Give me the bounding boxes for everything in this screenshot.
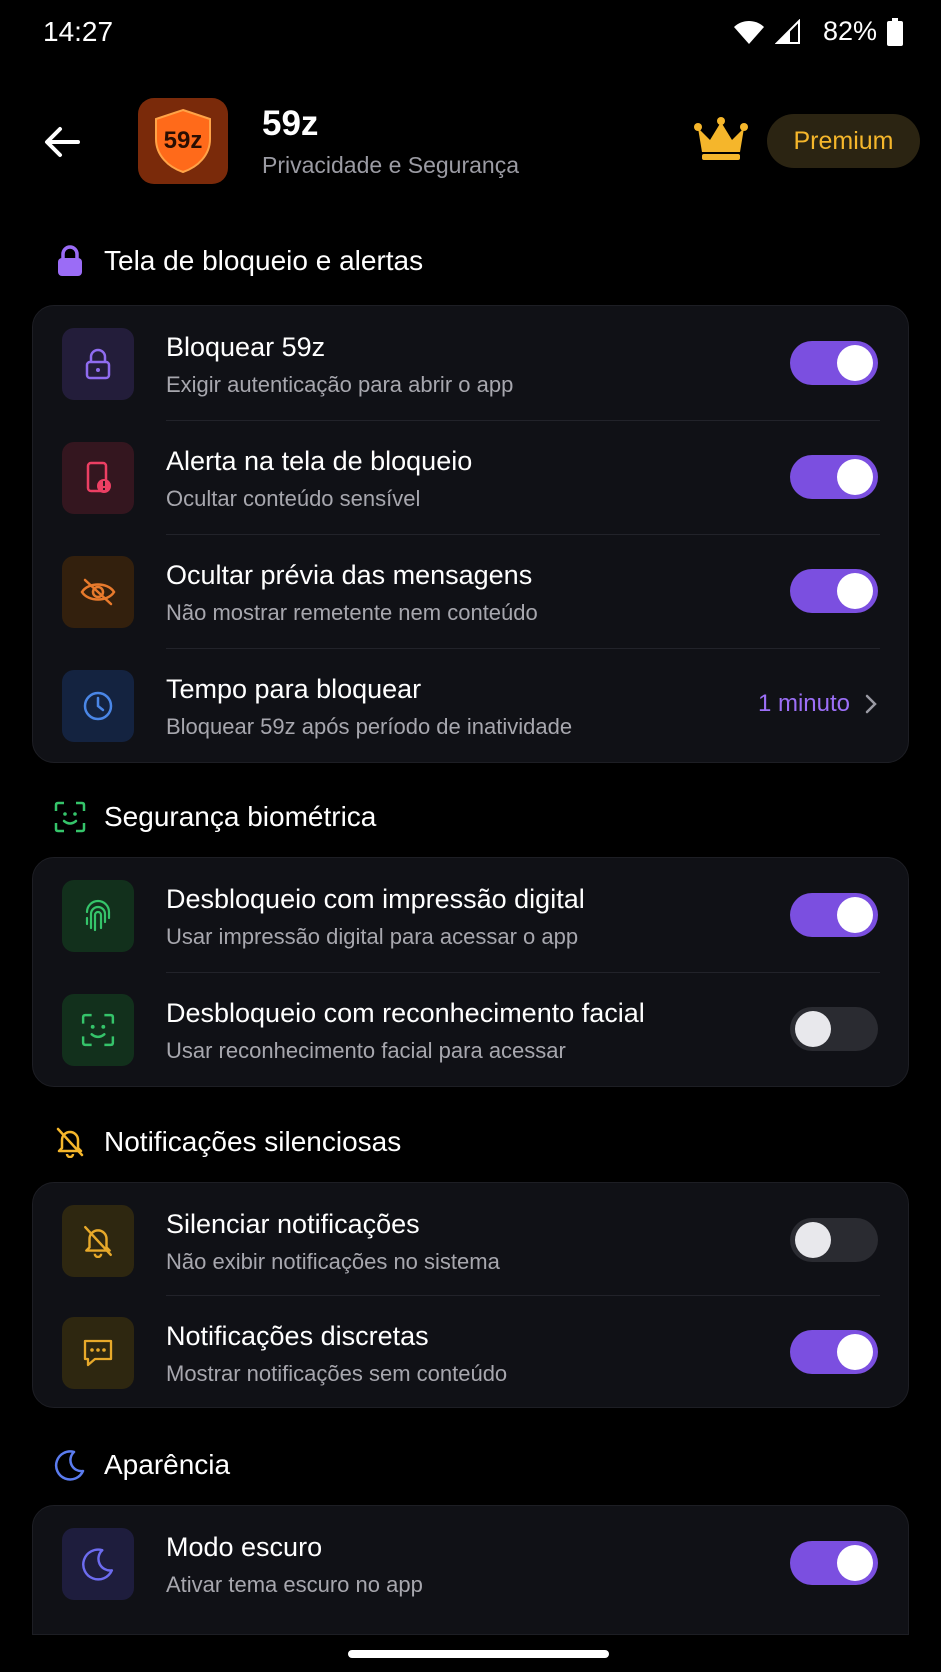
bell-off-icon: [62, 1205, 134, 1277]
app-header: 59z 59z Privacidade e Segurança Premium: [0, 96, 941, 186]
card-lock: Bloquear 59z Exigir autenticação para ab…: [32, 305, 909, 763]
back-button[interactable]: [38, 118, 86, 166]
lock-icon: [62, 328, 134, 400]
card-appearance: Modo escuro Ativar tema escuro no app: [32, 1505, 909, 1635]
row-face-unlock[interactable]: Desbloqueio com reconhecimento facial Us…: [33, 972, 908, 1086]
phone-alert-icon: [62, 442, 134, 514]
logo-text: 59z: [163, 127, 203, 154]
eye-off-icon: [62, 556, 134, 628]
face-scan-icon: [62, 994, 134, 1066]
toggle-hide-preview[interactable]: [790, 569, 878, 613]
section-title-biometric: Segurança biométrica: [54, 801, 376, 833]
status-time: 14:27: [43, 16, 114, 47]
status-bar: 14:27 82%: [0, 0, 941, 64]
moon-icon: [54, 1449, 86, 1481]
row-silence-notifications[interactable]: Silenciar notificações Não exibir notifi…: [33, 1183, 908, 1295]
page-title: 59z: [262, 104, 319, 143]
toggle-dark-mode[interactable]: [790, 1541, 878, 1585]
toggle-face-unlock[interactable]: [790, 1007, 878, 1051]
section-title-appearance: Aparência: [54, 1449, 230, 1481]
home-indicator[interactable]: [348, 1650, 609, 1658]
toggle-lockscreen-alert[interactable]: [790, 455, 878, 499]
status-icons: 82%: [733, 16, 903, 47]
row-hide-preview[interactable]: Ocultar prévia das mensagens Não mostrar…: [33, 534, 908, 648]
toggle-lock-app[interactable]: [790, 341, 878, 385]
lock-timeout-value[interactable]: 1 minuto: [758, 690, 878, 718]
battery-percent: 82%: [822, 16, 877, 46]
battery-icon: [887, 17, 903, 46]
toggle-silence-notifications[interactable]: [790, 1218, 878, 1262]
row-fingerprint[interactable]: Desbloqueio com impressão digital Usar i…: [33, 858, 908, 972]
row-lockscreen-alert[interactable]: Alerta na tela de bloqueio Ocultar conte…: [33, 420, 908, 534]
chevron-right-icon: [865, 694, 877, 714]
clock-icon: [62, 670, 134, 742]
row-lock-timeout[interactable]: Tempo para bloquear Bloquear 59z após pe…: [33, 648, 908, 762]
crown-icon[interactable]: [694, 116, 748, 162]
app-logo: 59z: [138, 98, 228, 184]
fingerprint-icon: [62, 880, 134, 952]
toggle-discreet-notifications[interactable]: [790, 1330, 878, 1374]
signal-icon: [774, 18, 801, 45]
toggle-fingerprint[interactable]: [790, 893, 878, 937]
arrow-left-icon: [45, 127, 80, 157]
face-scan-icon: [54, 801, 86, 833]
row-dark-mode[interactable]: Modo escuro Ativar tema escuro no app: [33, 1506, 908, 1620]
section-title-silent: Notificações silenciosas: [54, 1126, 401, 1158]
row-discreet-notifications[interactable]: Notificações discretas Mostrar notificaç…: [33, 1295, 908, 1407]
section-title-lock: Tela de bloqueio e alertas: [54, 245, 423, 277]
chat-bubble-icon: [62, 1317, 134, 1389]
row-lock-app[interactable]: Bloquear 59z Exigir autenticação para ab…: [33, 306, 908, 420]
lock-icon: [54, 245, 86, 277]
bell-off-icon: [54, 1126, 86, 1158]
card-silent: Silenciar notificações Não exibir notifi…: [32, 1182, 909, 1408]
moon-icon: [62, 1528, 134, 1600]
wifi-icon: [733, 19, 765, 45]
page-subtitle: Privacidade e Segurança: [262, 152, 519, 178]
card-biometric: Desbloqueio com impressão digital Usar i…: [32, 857, 909, 1087]
premium-button[interactable]: Premium: [767, 114, 920, 168]
